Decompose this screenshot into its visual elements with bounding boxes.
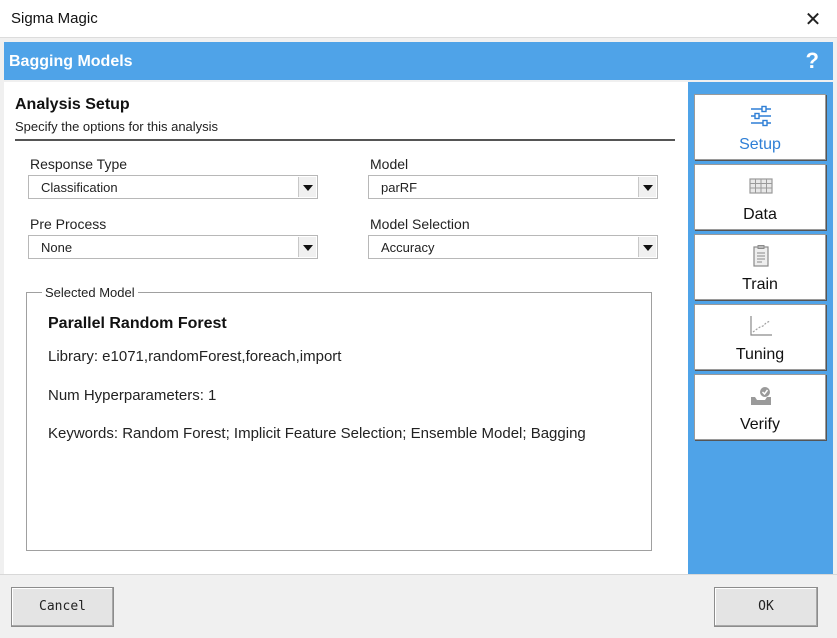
response-type-value: Classification <box>41 180 118 195</box>
close-icon[interactable]: ✕ <box>803 7 823 32</box>
selected-model-name: Parallel Random Forest <box>48 315 227 332</box>
model-selection-label: Model Selection <box>370 216 470 232</box>
response-type-select[interactable]: Classification <box>28 175 318 199</box>
window-title: Sigma Magic <box>11 10 98 27</box>
nav-tuning-label: Tuning <box>735 346 785 363</box>
chevron-down-icon[interactable] <box>298 237 316 257</box>
line-chart-icon <box>750 316 772 336</box>
section-divider <box>15 139 675 141</box>
setup-panel: Analysis Setup Specify the options for t… <box>4 82 688 574</box>
clipboard-icon <box>753 245 769 267</box>
selected-model-group-label: Selected Model <box>42 285 138 300</box>
response-type-label: Response Type <box>30 156 128 172</box>
chevron-down-icon[interactable] <box>298 177 316 197</box>
nav-setup-button[interactable]: Setup <box>694 94 826 160</box>
pre-process-value: None <box>41 240 73 255</box>
pre-process-select[interactable]: None <box>28 235 318 259</box>
selected-model-keywords: Keywords: Random Forest; Implicit Featur… <box>48 425 586 442</box>
help-icon[interactable]: ? <box>806 48 819 74</box>
window-titlebar: Sigma Magic ✕ <box>0 0 837 38</box>
nav-tuning-button[interactable]: Tuning <box>694 304 826 370</box>
nav-setup-label: Setup <box>739 136 781 153</box>
model-label: Model <box>370 156 409 172</box>
dialog-title: Bagging Models <box>9 53 133 70</box>
ok-button[interactable]: OK <box>714 587 818 627</box>
pre-process-label: Pre Process <box>30 216 107 232</box>
model-selection-value: Accuracy <box>381 240 435 255</box>
model-select[interactable]: parRF <box>368 175 658 199</box>
chevron-down-icon[interactable] <box>638 237 656 257</box>
nav-train-label: Train <box>742 276 778 293</box>
section-subtitle: Specify the options for this analysis <box>15 119 219 134</box>
nav-verify-label: Verify <box>739 416 780 433</box>
table-icon <box>749 178 773 194</box>
dialog-header: Bagging Models ? <box>4 42 833 80</box>
verify-icon <box>751 387 771 405</box>
cancel-button[interactable]: Cancel <box>11 587 114 627</box>
selected-model-hyperparameters: Num Hyperparameters: 1 <box>48 387 217 404</box>
nav-data-label: Data <box>743 206 777 223</box>
section-title: Analysis Setup <box>15 96 130 113</box>
selected-model-library: Library: e1071,randomForest,foreach,impo… <box>48 348 342 365</box>
button-bar <box>0 574 837 638</box>
model-selection-select[interactable]: Accuracy <box>368 235 658 259</box>
nav-verify-button[interactable]: Verify <box>694 374 826 440</box>
nav-train-button[interactable]: Train <box>694 234 826 300</box>
chevron-down-icon[interactable] <box>638 177 656 197</box>
sliders-icon <box>751 105 771 127</box>
model-value: parRF <box>381 180 418 195</box>
nav-data-button[interactable]: Data <box>694 164 826 230</box>
side-nav: Setup Data Train Tuning Verify <box>688 82 833 574</box>
